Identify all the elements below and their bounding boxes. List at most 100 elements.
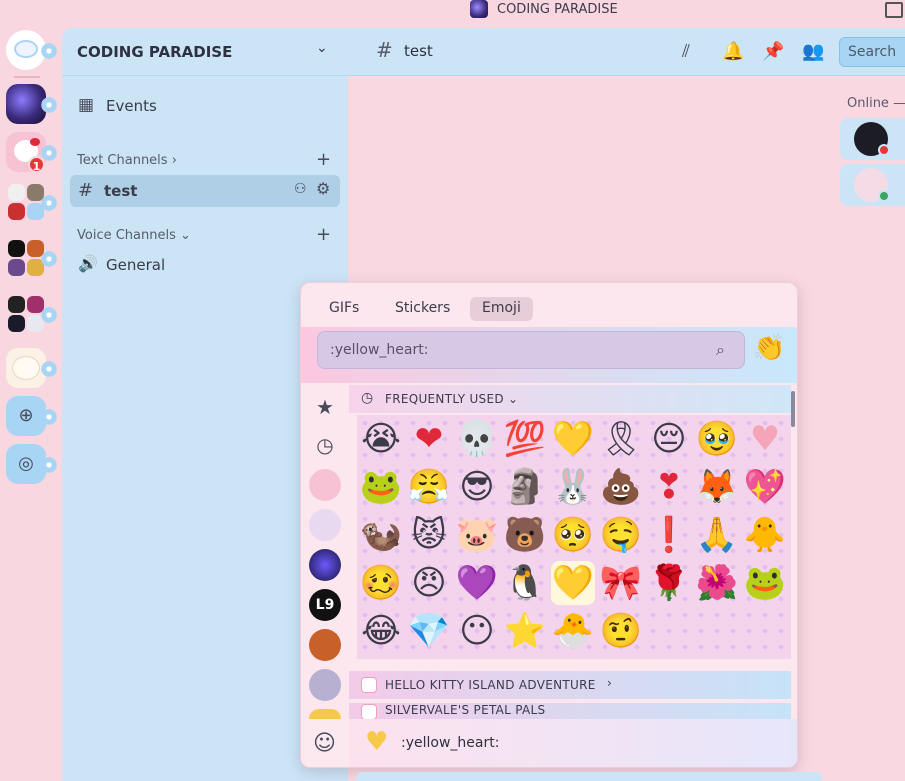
- emoji-pouting-cat[interactable]: 😾: [407, 513, 451, 557]
- server-emoji-silvervale[interactable]: [309, 509, 341, 541]
- server-emoji-more[interactable]: [309, 709, 341, 719]
- emoji-sob[interactable]: 😭: [359, 417, 403, 461]
- emoji-skull[interactable]: 💀: [455, 417, 499, 461]
- emoji-custom-pink-bun[interactable]: 🐷: [455, 513, 499, 557]
- scrollbar[interactable]: [791, 391, 795, 427]
- tab-emoji[interactable]: Emoji: [470, 297, 533, 321]
- member-item[interactable]: [840, 164, 905, 206]
- emoji-pray[interactable]: 🙏: [695, 513, 739, 557]
- emoji-triumph[interactable]: 😤: [407, 465, 451, 509]
- pin-icon[interactable]: 📌: [762, 41, 784, 62]
- flower-decoration-icon: [40, 360, 58, 378]
- emoji-raised-eyebrow[interactable]: 🤨: [599, 609, 643, 653]
- server-emoji-l9[interactable]: L9: [309, 589, 341, 621]
- search-value: :yellow_heart:: [330, 342, 429, 358]
- channel-label: test: [104, 182, 138, 200]
- emoji-joy[interactable]: 😂: [359, 609, 403, 653]
- voice-category-header[interactable]: Voice Channels ⌄: [77, 228, 191, 243]
- emoji-sunglasses[interactable]: 😎: [455, 465, 499, 509]
- flower-decoration-icon: [40, 144, 58, 162]
- emoji-custom-badtz-maru[interactable]: 🐧: [503, 561, 547, 605]
- group-label: SILVERVALE'S PETAL PALS: [385, 703, 546, 717]
- emoji-poop[interactable]: 💩: [599, 465, 643, 509]
- emoji-pensive[interactable]: 😔: [647, 417, 691, 461]
- tab-gifs[interactable]: GIFs: [317, 297, 371, 321]
- emoji-hibiscus[interactable]: 🌺: [695, 561, 739, 605]
- clock-icon[interactable]: ◷: [309, 429, 341, 461]
- gear-icon[interactable]: ⚙: [316, 179, 330, 198]
- emoji-custom-fox[interactable]: 🦊: [695, 465, 739, 509]
- server-emoji-raccoon[interactable]: [309, 669, 341, 701]
- emoji-face-holding-back-tears[interactable]: 🥹: [695, 417, 739, 461]
- emoji-heart[interactable]: ❤: [407, 417, 451, 461]
- emoji-drooling[interactable]: 🤤: [599, 513, 643, 557]
- text-category-header[interactable]: Text Channels ›: [77, 153, 177, 168]
- window-title: CODING PARADISE: [497, 2, 618, 17]
- emoji-woozy[interactable]: 🥴: [359, 561, 403, 605]
- emoji-pink-heart[interactable]: ♥: [743, 417, 787, 461]
- search-input[interactable]: Search: [839, 37, 905, 67]
- chevron-down-icon: ⌄: [316, 40, 328, 56]
- channel-item-test[interactable]: # test ⚇ ⚙: [70, 175, 340, 207]
- hash-icon: #: [376, 38, 393, 62]
- member-item[interactable]: [840, 118, 905, 160]
- invite-icon[interactable]: ⚇: [294, 181, 307, 197]
- emoji-star[interactable]: ⭐: [503, 609, 547, 653]
- group-label: HELLO KITTY ISLAND ADVENTURE: [385, 678, 596, 692]
- emoji-100[interactable]: 💯: [503, 417, 547, 461]
- flower-decoration-icon: [40, 306, 58, 324]
- emoji-custom-keroppi[interactable]: 🐸: [743, 561, 787, 605]
- emoji-sparkling-heart[interactable]: 💖: [743, 465, 787, 509]
- add-voice-channel-icon[interactable]: +: [316, 224, 331, 245]
- silvervale-icon: [361, 704, 377, 720]
- group-silvervale-header[interactable]: SILVERVALE'S PETAL PALS: [349, 703, 791, 720]
- yellow-heart-icon: ♥: [365, 727, 389, 757]
- add-text-channel-icon[interactable]: +: [316, 149, 331, 170]
- emoji-hearts[interactable]: ❣: [647, 465, 691, 509]
- emoji-no-mouth[interactable]: 😶: [455, 609, 499, 653]
- star-icon[interactable]: ★: [309, 391, 341, 423]
- online-status-icon: [878, 190, 890, 202]
- skin-tone-clap-icon[interactable]: 👏: [753, 333, 785, 363]
- channel-item-general[interactable]: 🔊 General: [70, 249, 340, 281]
- hash-icon: #: [78, 180, 94, 201]
- smiley-icon[interactable]: ☺: [313, 731, 336, 756]
- emoji-custom-cinnamoroll[interactable]: 🐰: [551, 465, 595, 509]
- speaker-icon: 🔊: [78, 254, 98, 273]
- emoji-purple-heart[interactable]: 💜: [455, 561, 499, 605]
- server-emoji-coding-paradise[interactable]: [309, 549, 341, 581]
- emoji-exclamation[interactable]: ❗: [647, 513, 691, 557]
- emoji-search-input[interactable]: :yellow_heart: ⌕: [317, 331, 745, 369]
- emoji-custom-bow[interactable]: 🎀: [599, 561, 643, 605]
- emoji-moyai[interactable]: 🗿: [503, 465, 547, 509]
- group-hello-kitty-header[interactable]: HELLO KITTY ISLAND ADVENTURE ›: [349, 671, 791, 699]
- server-emoji-fox[interactable]: [309, 629, 341, 661]
- tab-stickers[interactable]: Stickers: [383, 297, 462, 321]
- emoji-custom-gem[interactable]: 💎: [407, 609, 451, 653]
- emoji-custom-gudetama[interactable]: 🐣: [551, 609, 595, 653]
- emoji-pleading[interactable]: 🥺: [551, 513, 595, 557]
- emoji-custom-heart[interactable]: 💛: [551, 417, 595, 461]
- rail-divider: [14, 76, 40, 78]
- members-icon[interactable]: 👥: [802, 41, 824, 62]
- section-label: FREQUENTLY USED ⌄: [385, 392, 519, 406]
- window-control-icon[interactable]: [885, 2, 903, 18]
- emoji-rose[interactable]: 🌹: [647, 561, 691, 605]
- events-item[interactable]: ▦ Events: [70, 90, 340, 122]
- threads-icon[interactable]: ⫽: [682, 41, 690, 62]
- emoji-custom-otter[interactable]: 🦦: [359, 513, 403, 557]
- emoji-angry[interactable]: 😠: [407, 561, 451, 605]
- bell-icon[interactable]: 🔔: [722, 41, 744, 62]
- calendar-icon: ▦: [78, 95, 95, 115]
- frequently-used-header[interactable]: ◷ FREQUENTLY USED ⌄: [349, 385, 791, 413]
- server-emoji-hello-kitty[interactable]: [309, 469, 341, 501]
- emoji-custom-ribbon[interactable]: 🎗: [599, 417, 643, 461]
- channel-title: test: [404, 42, 433, 60]
- emoji-custom-kitty[interactable]: 🐥: [743, 513, 787, 557]
- emoji-custom-bear[interactable]: 🐻: [503, 513, 547, 557]
- hello-kitty-icon: [361, 677, 377, 693]
- server-rail: 1 ⊕ ◎: [0, 22, 62, 781]
- emoji-yellow-heart[interactable]: 💛: [551, 561, 595, 605]
- emoji-custom-frog[interactable]: 🐸: [359, 465, 403, 509]
- server-header[interactable]: CODING PARADISE ⌄: [62, 28, 348, 76]
